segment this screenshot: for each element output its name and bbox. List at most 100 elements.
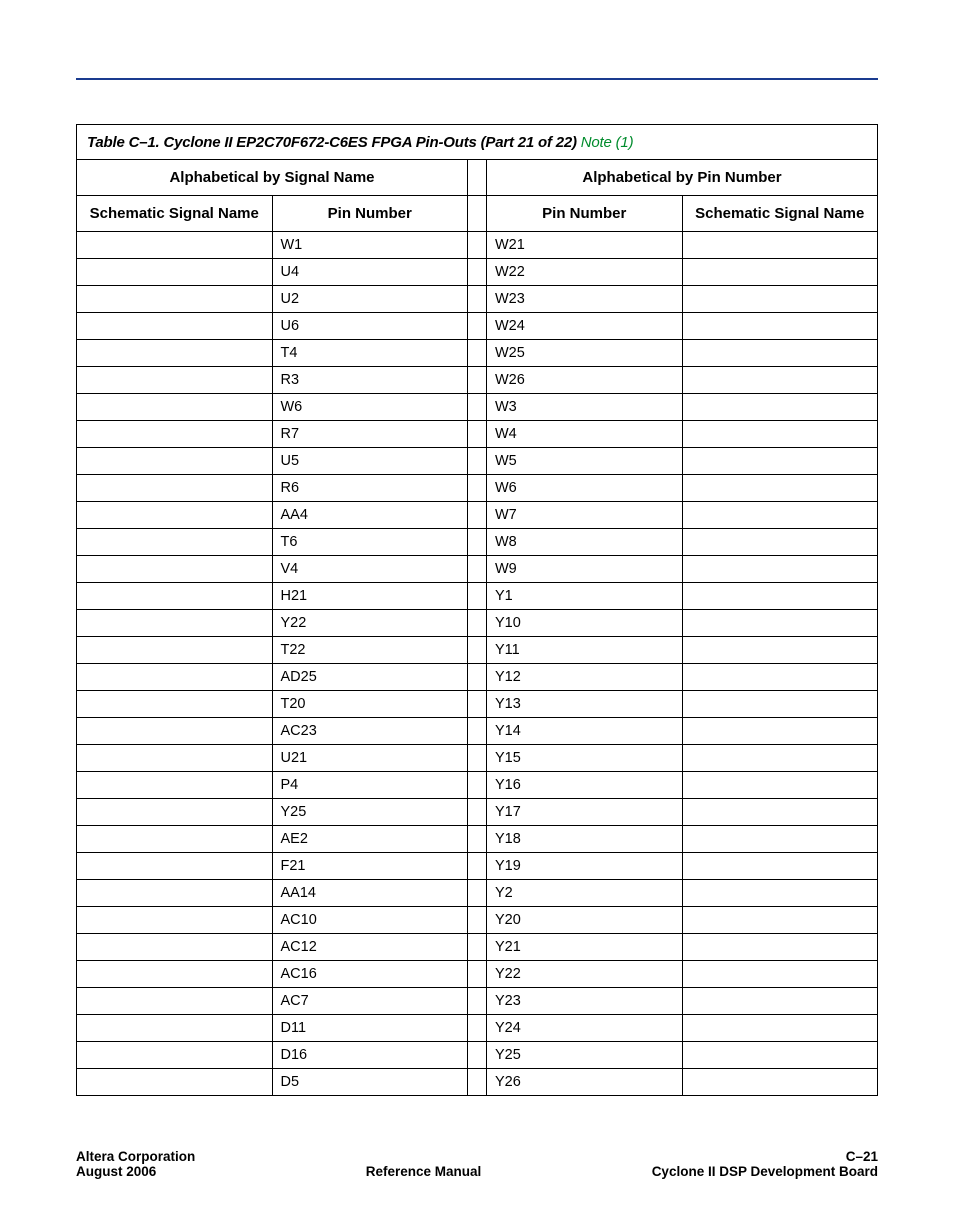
cell-schematic-left — [77, 475, 273, 501]
cell-schematic-right — [683, 1015, 878, 1041]
cell-schematic-left — [77, 448, 273, 474]
header-gap — [467, 160, 487, 195]
header-pin-left: Pin Number — [273, 196, 468, 231]
cell-gap — [467, 421, 487, 447]
cell-schematic-right — [683, 637, 878, 663]
table-row: AC23Y14 — [77, 718, 877, 745]
cell-schematic-right — [683, 232, 878, 258]
cell-pin-right: Y11 — [487, 637, 683, 663]
cell-schematic-right — [683, 853, 878, 879]
cell-pin-right: Y10 — [487, 610, 683, 636]
cell-schematic-right — [683, 313, 878, 339]
table-row: H21Y1 — [77, 583, 877, 610]
cell-gap — [467, 529, 487, 555]
table-row: U2 W23 — [77, 286, 877, 313]
footer-board: Cyclone II DSP Development Board — [652, 1164, 878, 1179]
cell-schematic-right — [683, 880, 878, 906]
cell-gap — [467, 745, 487, 771]
cell-schematic-right — [683, 367, 878, 393]
cell-pin-left: R6 — [273, 475, 468, 501]
cell-pin-right: Y14 — [487, 718, 683, 744]
cell-pin-right: W8 — [487, 529, 683, 555]
table-row: Y25Y17 — [77, 799, 877, 826]
cell-pin-right: Y18 — [487, 826, 683, 852]
cell-schematic-left — [77, 853, 273, 879]
cell-schematic-right — [683, 907, 878, 933]
cell-schematic-right — [683, 502, 878, 528]
cell-schematic-left — [77, 1015, 273, 1041]
cell-schematic-left — [77, 718, 273, 744]
cell-pin-left: F21 — [273, 853, 468, 879]
cell-gap — [467, 880, 487, 906]
table-row: AA4W7 — [77, 502, 877, 529]
header-group-row: Alphabetical by Signal Name Alphabetical… — [77, 160, 877, 196]
cell-gap — [467, 1042, 487, 1068]
cell-pin-right: Y22 — [487, 961, 683, 987]
cell-pin-left: Y22 — [273, 610, 468, 636]
cell-gap — [467, 853, 487, 879]
table-row: F21Y19 — [77, 853, 877, 880]
cell-schematic-right — [683, 475, 878, 501]
cell-schematic-left — [77, 232, 273, 258]
cell-gap — [467, 691, 487, 717]
cell-pin-right: Y15 — [487, 745, 683, 771]
cell-pin-left: AE2 — [273, 826, 468, 852]
table-row: R6W6 — [77, 475, 877, 502]
cell-pin-left: D16 — [273, 1042, 468, 1068]
cell-schematic-left — [77, 313, 273, 339]
cell-pin-left: AC12 — [273, 934, 468, 960]
cell-schematic-right — [683, 340, 878, 366]
cell-schematic-right — [683, 772, 878, 798]
cell-schematic-right — [683, 826, 878, 852]
cell-pin-left: U6 — [273, 313, 468, 339]
cell-pin-left: T22 — [273, 637, 468, 663]
cell-schematic-right — [683, 799, 878, 825]
cell-schematic-right — [683, 286, 878, 312]
header-schematic-left: Schematic Signal Name — [77, 196, 273, 231]
cell-pin-left: Y25 — [273, 799, 468, 825]
cell-gap — [467, 259, 487, 285]
cell-schematic-right — [683, 610, 878, 636]
cell-pin-left: R7 — [273, 421, 468, 447]
cell-pin-left: W6 — [273, 394, 468, 420]
cell-gap — [467, 556, 487, 582]
table-row: W1W21 — [77, 232, 877, 259]
cell-schematic-left — [77, 394, 273, 420]
cell-schematic-left — [77, 880, 273, 906]
cell-schematic-left — [77, 961, 273, 987]
table-row: D16Y25 — [77, 1042, 877, 1069]
cell-pin-left: U2 — [273, 286, 468, 312]
cell-pin-left: AC16 — [273, 961, 468, 987]
table-row: AC10Y20 — [77, 907, 877, 934]
cell-gap — [467, 394, 487, 420]
cell-pin-left: T20 — [273, 691, 468, 717]
cell-gap — [467, 934, 487, 960]
cell-gap — [467, 313, 487, 339]
cell-pin-right: Y12 — [487, 664, 683, 690]
cell-gap — [467, 1015, 487, 1041]
cell-pin-right: Y16 — [487, 772, 683, 798]
cell-pin-left: U4 — [273, 259, 468, 285]
cell-schematic-right — [683, 745, 878, 771]
cell-gap — [467, 772, 487, 798]
cell-pin-left: T4 — [273, 340, 468, 366]
table-row: U5W5 — [77, 448, 877, 475]
cell-schematic-left — [77, 691, 273, 717]
cell-schematic-left — [77, 1042, 273, 1068]
cell-schematic-left — [77, 556, 273, 582]
cell-pin-right: W26 — [487, 367, 683, 393]
cell-schematic-left — [77, 934, 273, 960]
cell-gap — [467, 502, 487, 528]
cell-schematic-right — [683, 529, 878, 555]
cell-gap — [467, 961, 487, 987]
cell-pin-right: W23 — [487, 286, 683, 312]
cell-schematic-left — [77, 502, 273, 528]
cell-gap — [467, 583, 487, 609]
header-pin-right: Pin Number — [487, 196, 683, 231]
footer-page: C–21 — [652, 1149, 878, 1164]
cell-pin-right: W25 — [487, 340, 683, 366]
cell-gap — [467, 286, 487, 312]
cell-pin-right: W9 — [487, 556, 683, 582]
cell-schematic-left — [77, 637, 273, 663]
cell-pin-left: AD25 — [273, 664, 468, 690]
